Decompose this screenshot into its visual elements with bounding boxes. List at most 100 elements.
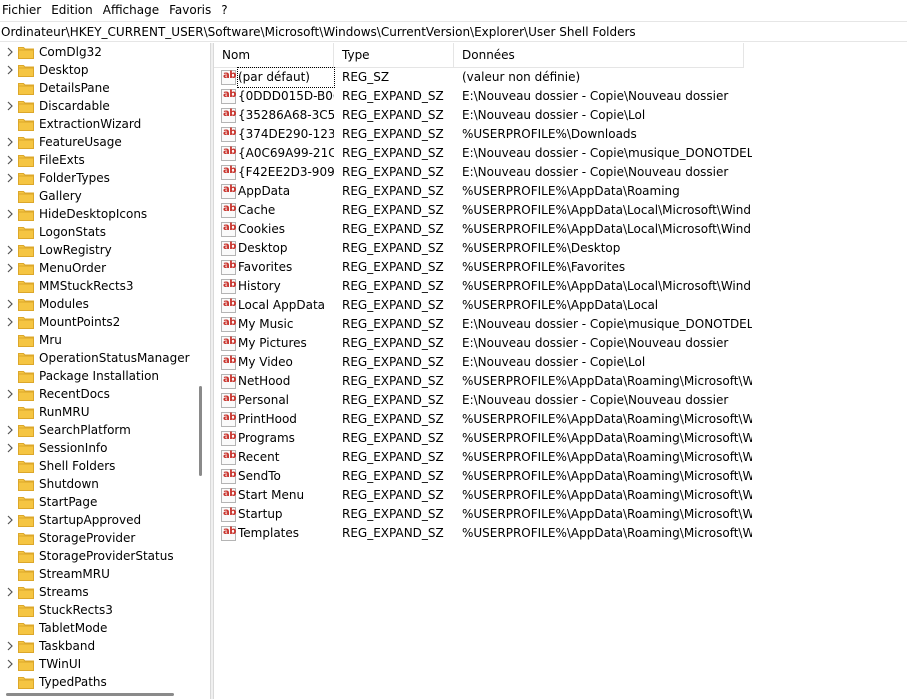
chevron-right-icon[interactable] bbox=[6, 173, 14, 183]
value-row[interactable]: ab My Pictures REG_EXPAND_SZ E:\Nouveau dos… bbox=[214, 334, 907, 353]
value-row[interactable]: ab Cache REG_EXPAND_SZ %USERPROFILE%\AppDat… bbox=[214, 201, 907, 220]
value-row[interactable]: ab NetHood REG_EXPAND_SZ %USERPROFILE%\AppD… bbox=[214, 372, 907, 391]
tree-item-label: Streams bbox=[39, 585, 89, 599]
tree-item[interactable]: Modules bbox=[0, 295, 193, 313]
value-row[interactable]: ab{35286A68-3C57... REG_EXPAND_SZ E:\Nouve… bbox=[214, 106, 907, 125]
tree-item[interactable]: Mru bbox=[0, 331, 193, 349]
tree-item-label: TypedPaths bbox=[39, 675, 107, 689]
tree-item[interactable]: FileExts bbox=[0, 151, 193, 169]
tree-item[interactable]: StuckRects3 bbox=[0, 601, 193, 619]
string-value-icon-label: ab bbox=[223, 526, 236, 537]
tree-item[interactable]: DetailsPane bbox=[0, 79, 193, 97]
value-row[interactable]: ab{F42EE2D3-909F... REG_EXPAND_SZ E:\Nouve… bbox=[214, 163, 907, 182]
value-row[interactable]: ab Templates REG_EXPAND_SZ %USERPROFILE%\Ap… bbox=[214, 524, 907, 543]
value-row[interactable]: ab Recent REG_EXPAND_SZ %USERPROFILE%\AppDa… bbox=[214, 448, 907, 467]
chevron-right-icon[interactable] bbox=[6, 155, 14, 165]
tree-horizontal-scroll-thumb[interactable] bbox=[6, 693, 174, 696]
menu-affichage[interactable]: Affichage bbox=[99, 0, 165, 21]
value-row[interactable]: ab Start Menu REG_EXPAND_SZ %USERPROFILE%\A… bbox=[214, 486, 907, 505]
chevron-right-icon[interactable] bbox=[6, 317, 14, 327]
tree-item[interactable]: FeatureUsage bbox=[0, 133, 193, 151]
chevron-right-icon[interactable] bbox=[6, 425, 14, 435]
tree-item[interactable]: Gallery bbox=[0, 187, 193, 205]
chevron-right-icon[interactable] bbox=[6, 389, 14, 399]
chevron-right-icon[interactable] bbox=[6, 209, 14, 219]
tree-item[interactable]: TabletMode bbox=[0, 619, 193, 637]
folder-icon bbox=[18, 623, 34, 635]
value-type: REG_SZ bbox=[342, 70, 390, 84]
value-row[interactable]: ab Favorites REG_EXPAND_SZ %USERPROFILE%\Fa… bbox=[214, 258, 907, 277]
chevron-right-icon[interactable] bbox=[6, 659, 14, 669]
tree-item[interactable]: Package Installation bbox=[0, 367, 193, 385]
tree-item[interactable]: SessionInfo bbox=[0, 439, 193, 457]
tree-item[interactable]: RecentDocs bbox=[0, 385, 193, 403]
folder-icon bbox=[18, 65, 34, 77]
tree-item[interactable]: TypedPaths bbox=[0, 673, 193, 691]
tree-item[interactable]: StorageProviderStatus bbox=[0, 547, 193, 565]
tree-item[interactable]: Streams bbox=[0, 583, 193, 601]
value-row[interactable]: ab PrintHood REG_EXPAND_SZ %USERPROFILE%\Ap… bbox=[214, 410, 907, 429]
tree-item[interactable]: StartupApproved bbox=[0, 511, 193, 529]
tree-item[interactable]: MountPoints2 bbox=[0, 313, 193, 331]
tree-item[interactable]: TWinUI bbox=[0, 655, 193, 673]
value-row[interactable]: ab{0DDD015D-B06... REG_EXPAND_SZ E:\Nouvea… bbox=[214, 87, 907, 106]
chevron-right-icon[interactable] bbox=[6, 299, 14, 309]
tree-item[interactable]: Shell Folders bbox=[0, 457, 193, 475]
tree-item[interactable]: MenuOrder bbox=[0, 259, 193, 277]
tree-item[interactable]: Discardable bbox=[0, 97, 193, 115]
value-name: My Music bbox=[238, 317, 294, 331]
menu-edition[interactable]: Edition bbox=[47, 0, 99, 21]
tree-item[interactable]: Shutdown bbox=[0, 475, 193, 493]
value-name: Cookies bbox=[238, 222, 285, 236]
value-row[interactable]: ab (par défaut) REG_SZ (valeur non définie) bbox=[214, 67, 907, 88]
tree-item[interactable]: Desktop bbox=[0, 61, 193, 79]
chevron-right-icon[interactable] bbox=[6, 515, 14, 525]
tree-item[interactable]: StreamMRU bbox=[0, 565, 193, 583]
tree-item[interactable]: LowRegistry bbox=[0, 241, 193, 259]
address-bar[interactable]: Ordinateur\HKEY_CURRENT_USER\Software\Mi… bbox=[0, 21, 907, 42]
value-row[interactable]: ab Personal REG_EXPAND_SZ E:\Nouveau dossie… bbox=[214, 391, 907, 410]
chevron-right-icon[interactable] bbox=[6, 101, 14, 111]
value-row[interactable]: ab AppData REG_EXPAND_SZ %USERPROFILE%\AppD… bbox=[214, 182, 907, 201]
menu-help[interactable]: ? bbox=[217, 0, 233, 21]
chevron-right-icon[interactable] bbox=[6, 137, 14, 147]
tree-item[interactable]: RunMRU bbox=[0, 403, 193, 421]
chevron-right-icon[interactable] bbox=[6, 587, 14, 597]
value-row[interactable]: ab Desktop REG_EXPAND_SZ %USERPROFILE%\Desk… bbox=[214, 239, 907, 258]
tree-item[interactable]: OperationStatusManager bbox=[0, 349, 193, 367]
tree-item[interactable]: ExtractionWizard bbox=[0, 115, 193, 133]
tree-item[interactable]: StartPage bbox=[0, 493, 193, 511]
string-value-icon-label: ab bbox=[223, 431, 236, 442]
chevron-right-icon[interactable] bbox=[6, 641, 14, 651]
value-row[interactable]: ab History REG_EXPAND_SZ %USERPROFILE%\AppD… bbox=[214, 277, 907, 296]
chevron-right-icon[interactable] bbox=[6, 245, 14, 255]
value-row[interactable]: ab My Music REG_EXPAND_SZ E:\Nouveau dossie… bbox=[214, 315, 907, 334]
tree-item[interactable]: Taskband bbox=[0, 637, 193, 655]
value-row[interactable]: ab Programs REG_EXPAND_SZ %USERPROFILE%\App… bbox=[214, 429, 907, 448]
tree-item[interactable]: FolderTypes bbox=[0, 169, 193, 187]
column-header-data[interactable]: Données bbox=[454, 43, 744, 68]
tree-item[interactable]: SearchPlatform bbox=[0, 421, 193, 439]
tree-item[interactable]: LogonStats bbox=[0, 223, 193, 241]
value-row[interactable]: ab Startup REG_EXPAND_SZ %USERPROFILE%\AppD… bbox=[214, 505, 907, 524]
tree-item[interactable]: StorageProvider bbox=[0, 529, 193, 547]
chevron-right-icon[interactable] bbox=[6, 65, 14, 75]
column-header-name[interactable]: Nom bbox=[214, 43, 334, 68]
chevron-right-icon[interactable] bbox=[6, 47, 14, 57]
tree-vertical-scrollbar[interactable] bbox=[193, 43, 210, 699]
chevron-right-icon[interactable] bbox=[6, 263, 14, 273]
value-row[interactable]: ab Local AppData REG_EXPAND_SZ %USERPROFILE… bbox=[214, 296, 907, 315]
value-row[interactable]: ab Cookies REG_EXPAND_SZ %USERPROFILE%\AppD… bbox=[214, 220, 907, 239]
value-row[interactable]: ab{A0C69A99-21C... REG_EXPAND_SZ E:\Nouvea… bbox=[214, 144, 907, 163]
tree-scroll-thumb[interactable] bbox=[199, 386, 202, 476]
value-row[interactable]: ab SendTo REG_EXPAND_SZ %USERPROFILE%\AppDa… bbox=[214, 467, 907, 486]
value-row[interactable]: ab{374DE290-123F... REG_EXPAND_SZ %USERPRO… bbox=[214, 125, 907, 144]
chevron-right-icon[interactable] bbox=[6, 443, 14, 453]
tree-item[interactable]: ComDlg32 bbox=[0, 43, 193, 61]
tree-item[interactable]: HideDesktopIcons bbox=[0, 205, 193, 223]
menu-fichier[interactable]: Fichier bbox=[0, 0, 47, 21]
tree-item[interactable]: MMStuckRects3 bbox=[0, 277, 193, 295]
column-header-type[interactable]: Type bbox=[334, 43, 454, 68]
value-row[interactable]: ab My Video REG_EXPAND_SZ E:\Nouveau dossie… bbox=[214, 353, 907, 372]
menu-favoris[interactable]: Favoris bbox=[165, 0, 217, 21]
